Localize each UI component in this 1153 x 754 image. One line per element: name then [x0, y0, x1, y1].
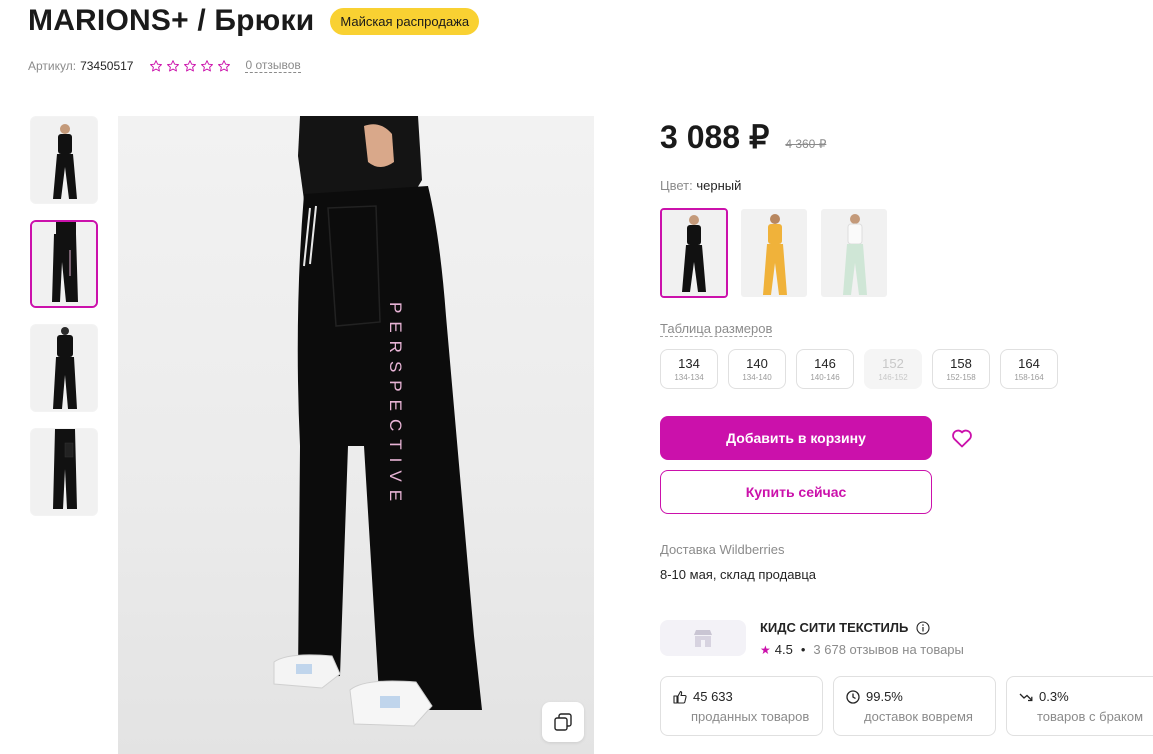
color-swatch-black[interactable]	[660, 208, 728, 298]
star-empty-icon	[218, 60, 231, 72]
seller-stats: 45 633 проданных товаров 99.5% доставок …	[660, 676, 1153, 736]
size-option-146[interactable]: 146 140-146	[796, 349, 854, 389]
article-label: Артикул:	[28, 59, 77, 73]
swatch-image	[662, 210, 726, 296]
thumbnail-3[interactable]	[30, 324, 98, 412]
seller-reviews: 3 678 отзывов на товары	[813, 642, 964, 657]
size-option-140[interactable]: 140 134-140	[728, 349, 786, 389]
thumb-up-icon	[673, 690, 687, 704]
star-empty-icon	[201, 60, 214, 72]
size-value: 146	[814, 356, 836, 371]
copy-icon	[554, 713, 572, 731]
thumbnail-image	[31, 117, 97, 203]
heart-icon	[952, 429, 972, 448]
seller-name-text: КИДС СИТИ ТЕКСТИЛЬ	[760, 620, 909, 635]
article-value[interactable]: 73450517	[80, 59, 133, 73]
title-row: MARIONS+ / Брюки Майская распродажа	[28, 4, 480, 38]
print-text: PERSPECTIVE	[386, 302, 405, 509]
current-price: 3 088 ₽	[660, 119, 770, 155]
delivery-value: 8-10 мая, склад продавца	[660, 567, 817, 582]
color-value: черный	[696, 178, 742, 193]
size-range: 158-164	[1014, 373, 1044, 382]
delivery-label: Доставка Wildberries	[660, 542, 785, 557]
size-selector: 134 134-134 140 134-140 146 140-146 152 …	[660, 349, 1058, 389]
stat-value: 99.5%	[866, 689, 903, 704]
size-option-152: 152 146-152	[864, 349, 922, 389]
size-range: 134-134	[674, 373, 704, 382]
star-empty-icon	[184, 60, 197, 72]
product-title: MARIONS+ / Брюки	[28, 4, 315, 37]
info-icon[interactable]	[916, 620, 930, 635]
stat-label: товаров с браком	[1037, 709, 1144, 724]
star-empty-icon	[150, 60, 163, 72]
size-value: 152	[882, 356, 904, 371]
seller-rating: ★ 4.5 • 3 678 отзывов на товары	[760, 642, 964, 657]
size-value: 140	[746, 356, 768, 371]
price-row: 3 088 ₽ 4 360 ₽	[660, 118, 826, 156]
rating-stars	[149, 59, 231, 73]
color-label-text: Цвет:	[660, 178, 693, 193]
size-option-164[interactable]: 164 158-164	[1000, 349, 1058, 389]
zoom-button[interactable]	[542, 702, 584, 742]
seller-name[interactable]: КИДС СИТИ ТЕКСТИЛЬ	[760, 620, 930, 635]
size-range: 146-152	[878, 373, 908, 382]
stat-value: 45 633	[693, 689, 733, 704]
stat-defects: 0.3% товаров с браком	[1006, 676, 1153, 736]
product-image: PERSPECTIVE	[273, 116, 482, 727]
add-to-cart-button[interactable]: Добавить в корзину	[660, 416, 932, 460]
stat-label: доставок вовремя	[864, 709, 973, 724]
thumbnail-image	[31, 325, 97, 411]
size-table-link[interactable]: Таблица размеров	[660, 321, 773, 337]
stat-on-time: 99.5% доставок вовремя	[833, 676, 996, 736]
color-swatch-mint[interactable]	[820, 208, 888, 298]
seller-logo[interactable]	[660, 620, 746, 656]
meta-row: Артикул: 73450517 0 отзывов	[28, 59, 301, 73]
reviews-link[interactable]: 0 отзывов	[245, 59, 301, 73]
size-value: 134	[678, 356, 700, 371]
thumbnail-1[interactable]	[30, 116, 98, 204]
size-range: 140-146	[810, 373, 840, 382]
stat-label: проданных товаров	[691, 709, 810, 724]
stat-sold: 45 633 проданных товаров	[660, 676, 823, 736]
seller-rating-value: 4.5	[774, 642, 793, 657]
color-label: Цвет: черный	[660, 178, 741, 193]
star-filled-icon: ★	[760, 642, 771, 657]
separator-dot: •	[800, 642, 806, 657]
thumbnail-image	[31, 429, 97, 515]
size-option-158[interactable]: 158 152-158	[932, 349, 990, 389]
promo-badge[interactable]: Майская распродажа	[330, 7, 480, 35]
favorite-button[interactable]	[950, 426, 974, 450]
swatch-image	[741, 209, 807, 297]
old-price: 4 360 ₽	[785, 137, 827, 151]
star-empty-icon	[167, 60, 180, 72]
thumbnail-4[interactable]	[30, 428, 98, 516]
thumbnail-2[interactable]	[30, 220, 98, 308]
thumbnail-gallery	[30, 116, 98, 516]
swatch-image	[821, 209, 887, 297]
thumbnail-image	[32, 222, 96, 306]
size-value: 164	[1018, 356, 1040, 371]
color-swatches	[660, 208, 888, 298]
buy-now-button[interactable]: Купить сейчас	[660, 470, 932, 514]
stat-value: 0.3%	[1039, 689, 1069, 704]
size-value: 158	[950, 356, 972, 371]
color-swatch-yellow[interactable]	[740, 208, 808, 298]
clock-icon	[846, 689, 860, 704]
size-range: 134-140	[742, 373, 772, 382]
trend-down-icon	[1019, 693, 1033, 701]
main-product-photo[interactable]: PERSPECTIVE	[118, 116, 594, 754]
store-icon	[694, 630, 712, 647]
size-option-134[interactable]: 134 134-134	[660, 349, 718, 389]
size-range: 152-158	[946, 373, 976, 382]
